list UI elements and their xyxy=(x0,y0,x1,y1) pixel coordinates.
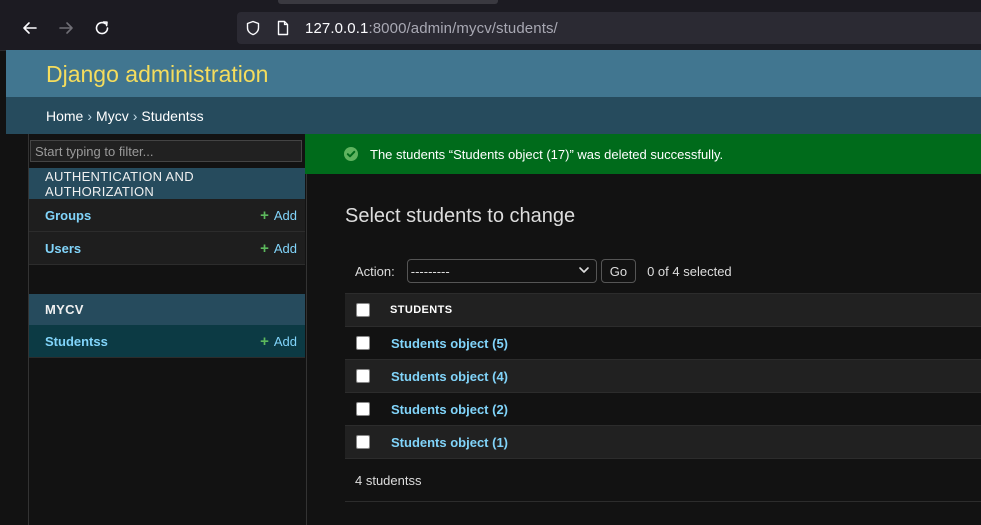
row-link[interactable]: Students object (2) xyxy=(391,402,508,417)
success-message: The students “Students object (17)” was … xyxy=(305,134,981,174)
add-label: Add xyxy=(273,333,297,349)
url-text[interactable]: 127.0.0.1:8000/admin/mycv/students/ xyxy=(305,20,558,37)
url-host: 127.0.0.1 xyxy=(305,19,369,37)
selection-counter: 0 of 4 selected xyxy=(647,263,732,279)
add-student-button[interactable]: + Add xyxy=(260,333,297,350)
add-label: Add xyxy=(273,207,297,223)
browser-tab-indicator[interactable] xyxy=(278,0,498,4)
admin-header: Django administration xyxy=(6,50,981,97)
back-button[interactable] xyxy=(15,14,45,42)
breadcrumb-separator: › xyxy=(132,107,138,124)
address-bar[interactable]: 127.0.0.1:8000/admin/mycv/students/ xyxy=(237,12,981,44)
main-content: The students “Students object (17)” was … xyxy=(305,134,981,525)
row-link[interactable]: Students object (4) xyxy=(391,369,508,384)
add-label: Add xyxy=(273,240,297,256)
action-label: Action: xyxy=(355,263,395,279)
row-checkbox[interactable] xyxy=(356,336,370,350)
plus-icon: + xyxy=(260,239,269,257)
reload-button[interactable] xyxy=(87,14,117,42)
select-all-checkbox[interactable] xyxy=(356,303,370,317)
add-user-button[interactable]: + Add xyxy=(260,240,297,257)
module-caption-auth[interactable]: AUTHENTICATION AND AUTHORIZATION xyxy=(29,168,305,199)
nav-filter-input[interactable] xyxy=(30,140,302,162)
actions-bar: Action: --------- Go 0 of 4 selected xyxy=(345,257,732,285)
go-button[interactable]: Go xyxy=(600,259,637,283)
page-title: Select students to change xyxy=(345,205,576,227)
arrow-left-icon xyxy=(23,22,37,34)
success-message-text: The students “Students object (17)” was … xyxy=(370,146,724,162)
sidebar-item-groups-link[interactable]: Groups xyxy=(45,208,91,223)
chevron-down-icon xyxy=(578,264,590,279)
breadcrumb-separator: › xyxy=(87,107,93,124)
results-table: STUDENTS Students object (5) Students ob… xyxy=(345,293,981,502)
breadcrumb-current: Studentss xyxy=(141,107,204,124)
shield-icon[interactable] xyxy=(245,20,261,36)
column-header-students[interactable]: STUDENTS xyxy=(390,304,452,316)
breadcrumb-home[interactable]: Home xyxy=(46,108,83,124)
plus-icon: + xyxy=(260,206,269,224)
table-header: STUDENTS xyxy=(345,293,981,327)
sidebar-item-studentss: Studentss + Add xyxy=(29,325,305,358)
reload-icon xyxy=(95,21,109,35)
action-select-value: --------- xyxy=(410,263,450,279)
admin-page: Django administration Home › Mycv › Stud… xyxy=(6,50,981,525)
browser-toolbar: 127.0.0.1:8000/admin/mycv/students/ xyxy=(0,0,981,51)
paginator: 4 studentss xyxy=(345,459,981,502)
plus-icon: + xyxy=(260,332,269,350)
site-branding[interactable]: Django administration xyxy=(46,61,268,88)
row-checkbox[interactable] xyxy=(356,402,370,416)
action-select[interactable]: --------- xyxy=(406,259,597,283)
row-link[interactable]: Students object (1) xyxy=(391,435,508,450)
row-link[interactable]: Students object (5) xyxy=(391,336,508,351)
table-row: Students object (4) xyxy=(345,360,981,393)
sidebar-item-groups: Groups + Add xyxy=(29,199,305,232)
arrow-right-icon xyxy=(59,22,73,34)
table-row: Students object (1) xyxy=(345,426,981,459)
sidebar-item-studentss-link[interactable]: Studentss xyxy=(45,334,108,349)
sidebar-item-users: Users + Add xyxy=(29,232,305,265)
add-group-button[interactable]: + Add xyxy=(260,207,297,224)
page-icon[interactable] xyxy=(275,20,291,36)
row-checkbox[interactable] xyxy=(356,369,370,383)
table-row: Students object (2) xyxy=(345,393,981,426)
url-path: :8000/admin/mycv/students/ xyxy=(368,19,558,37)
row-checkbox[interactable] xyxy=(356,435,370,449)
table-row: Students object (5) xyxy=(345,327,981,360)
forward-button[interactable] xyxy=(51,14,81,42)
breadcrumb: Home › Mycv › Studentss xyxy=(6,97,981,134)
check-circle-icon xyxy=(344,147,358,161)
module-caption-mycv-label: MYCV xyxy=(45,302,84,317)
breadcrumb-app[interactable]: Mycv xyxy=(96,108,129,124)
module-caption-mycv[interactable]: MYCV xyxy=(29,294,305,325)
sidebar-item-users-link[interactable]: Users xyxy=(45,241,81,256)
nav-sidebar: AUTHENTICATION AND AUTHORIZATION Groups … xyxy=(28,134,307,525)
